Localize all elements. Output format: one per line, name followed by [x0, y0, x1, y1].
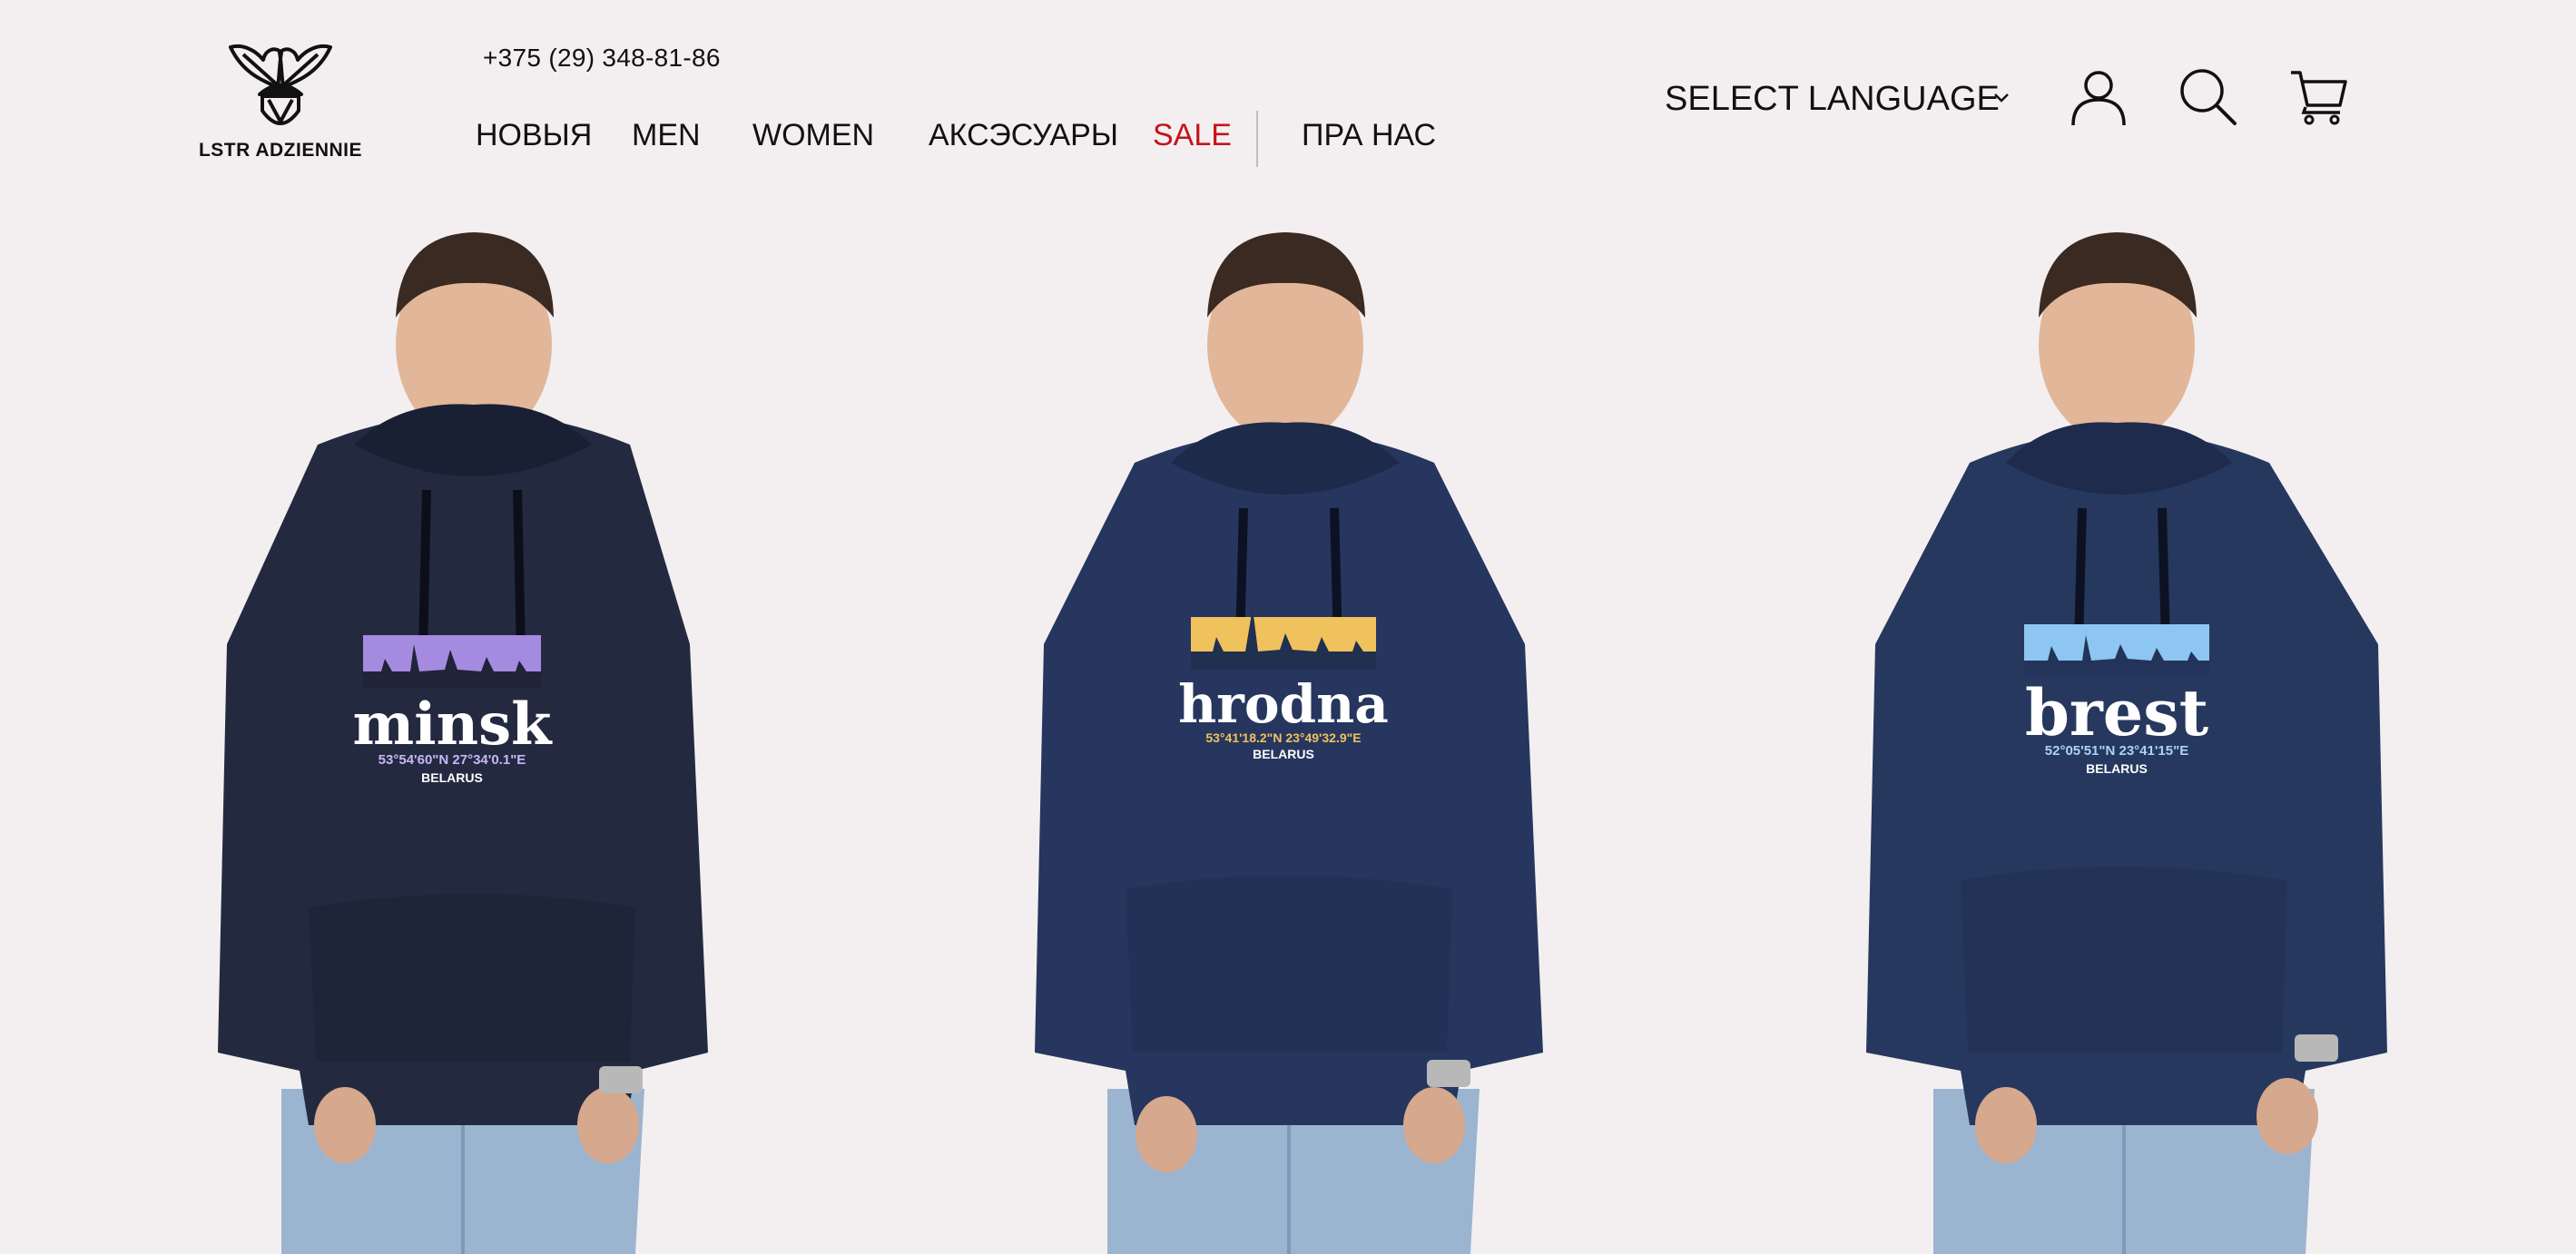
print-country: BELARUS — [2086, 761, 2148, 776]
cart-icon — [2291, 71, 2347, 125]
product-image: minsk 53°54'60"N 27°34'0.1"E BELARUS — [218, 232, 708, 1254]
nav-item-new[interactable]: НОВЫЯ — [476, 118, 592, 153]
nav-divider — [1256, 111, 1258, 167]
nav-item-men[interactable]: MEN — [632, 118, 701, 153]
product-card-minsk[interactable]: minsk 53°54'60"N 27°34'0.1"E BELARUS — [182, 218, 744, 1254]
cart-button[interactable] — [2289, 67, 2347, 130]
print-coords: 52°05'51"N 23°41'15"E — [2045, 743, 2188, 759]
product-card-brest[interactable]: brest 52°05'51"N 23°41'15"E BELARUS — [1834, 218, 2396, 1254]
acorn-logo-icon — [229, 44, 332, 125]
brand-logo[interactable]: LSTR ADZIENNIE — [196, 34, 365, 167]
search-button[interactable] — [2178, 67, 2238, 132]
nav-item-accessories[interactable]: АКСЭСУАРЫ — [929, 118, 1118, 153]
print-city: hrodna — [1178, 673, 1389, 735]
language-label: SELECT LANGUAGE — [1665, 80, 2000, 118]
brand-name: LSTR ADZIENNIE — [198, 140, 363, 161]
print-coords: 53°54'60"N 27°34'0.1"E — [379, 752, 526, 768]
print-country: BELARUS — [1253, 747, 1314, 761]
print-city: minsk — [353, 691, 554, 759]
nav-item-about[interactable]: ПРА НАС — [1302, 118, 1436, 153]
account-button[interactable] — [2070, 67, 2128, 132]
product-image: brest 52°05'51"N 23°41'15"E BELARUS — [1866, 232, 2387, 1254]
chevron-down-icon — [1994, 93, 2009, 103]
print-country: BELARUS — [421, 770, 483, 785]
nav-item-women[interactable]: WOMEN — [752, 118, 874, 153]
print-city: brest — [2025, 675, 2208, 750]
user-icon — [2071, 71, 2126, 126]
product-card-hrodna[interactable]: hrodna 53°41'18.2"N 23°49'32.9"E BELARUS — [1008, 218, 1570, 1254]
print-coords: 53°41'18.2"N 23°49'32.9"E — [1205, 730, 1361, 745]
search-icon — [2180, 69, 2237, 125]
language-selector[interactable]: SELECT LANGUAGE — [1665, 80, 2009, 119]
product-image: hrodna 53°41'18.2"N 23°49'32.9"E BELARUS — [1035, 232, 1543, 1254]
phone-number[interactable]: +375 (29) 348-81-86 — [483, 44, 721, 73]
nav-item-sale[interactable]: SALE — [1153, 118, 1232, 153]
